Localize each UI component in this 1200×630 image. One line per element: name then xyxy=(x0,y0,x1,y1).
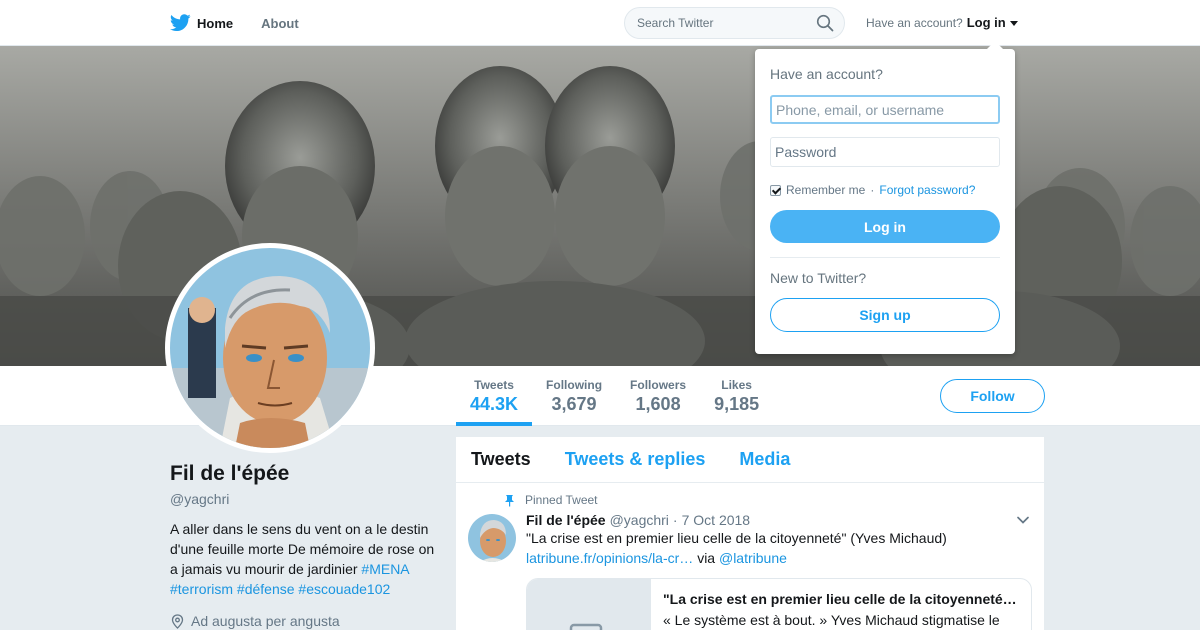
dropdown-divider xyxy=(770,257,1000,258)
timeline: Tweets Tweets & replies Media Pinned Twe… xyxy=(456,437,1044,630)
profile-location: Ad augusta per angusta xyxy=(170,613,440,629)
nav-about-label: About xyxy=(261,15,299,31)
bio-hashtag[interactable]: #escouade102 xyxy=(298,581,390,597)
stat-value: 44.3K xyxy=(470,394,519,414)
new-to-twitter-text: New to Twitter? xyxy=(770,270,867,286)
tweet-author-handle[interactable]: @yagchri xyxy=(610,512,669,528)
tweet-item[interactable]: Pinned Tweet Fil de l'épée @yagchri · 7 … xyxy=(456,483,1044,630)
card-thumbnail xyxy=(527,579,651,630)
chevron-down-icon[interactable] xyxy=(1016,515,1030,525)
profile-handle[interactable]: @yagchri xyxy=(170,491,440,507)
remember-label[interactable]: Remember me xyxy=(786,183,865,197)
pin-icon xyxy=(505,494,514,506)
tweet-via: via xyxy=(697,550,716,566)
stat-value: 1,608 xyxy=(635,394,681,414)
password-field[interactable] xyxy=(770,137,1000,167)
username-field[interactable] xyxy=(770,95,1000,124)
card-description: « Le système est à bout. » Yves Michaud … xyxy=(663,612,1000,628)
bio-hashtag[interactable]: #défense xyxy=(237,581,295,597)
profile-stats: Tweets 44.3K Following 3,679 Followers 1… xyxy=(456,366,773,426)
caret-down-icon[interactable] xyxy=(1009,21,1018,26)
tweet-date[interactable]: 7 Oct 2018 xyxy=(682,512,751,528)
account-area: Have an account? Log in xyxy=(866,15,1018,30)
login-button[interactable]: Log in xyxy=(770,210,1000,243)
profile-bio: A aller dans le sens du vent on a le des… xyxy=(170,519,440,599)
document-icon xyxy=(569,623,603,630)
search-input[interactable] xyxy=(637,16,807,30)
location-pin-icon xyxy=(171,613,184,629)
twitter-bird-icon xyxy=(170,14,191,32)
nav-home-link[interactable]: Home xyxy=(170,14,233,32)
tweet-header: Fil de l'épée @yagchri · 7 Oct 2018 xyxy=(526,512,1032,528)
stat-label: Followers xyxy=(630,378,687,392)
tweet-avatar-image xyxy=(468,514,516,562)
tab-tweets[interactable]: Tweets xyxy=(471,449,531,470)
checkbox-checked-icon[interactable] xyxy=(770,184,781,196)
location-text: Ad augusta per angusta xyxy=(191,613,340,629)
stat-value: 9,185 xyxy=(714,394,760,414)
tab-tweets-replies[interactable]: Tweets & replies xyxy=(565,449,706,470)
card-body: "La crise est en premier lieu celle de l… xyxy=(651,579,1031,630)
stat-tweets[interactable]: Tweets 44.3K xyxy=(456,366,533,426)
tweet-dot-separator: · xyxy=(672,512,678,528)
tweet-avatar[interactable] xyxy=(468,514,516,562)
timeline-tabs: Tweets Tweets & replies Media xyxy=(456,437,1044,483)
bio-hashtag[interactable]: #MENA xyxy=(361,561,408,577)
stat-label: Following xyxy=(546,378,603,392)
stat-following[interactable]: Following 3,679 xyxy=(532,366,616,426)
dropdown-heading: Have an account? xyxy=(770,66,883,82)
stat-label: Likes xyxy=(721,378,752,392)
search-box[interactable] xyxy=(624,7,845,39)
stat-value: 3,679 xyxy=(551,394,597,414)
tab-media[interactable]: Media xyxy=(739,449,790,470)
remember-row: Remember me · Forgot password? xyxy=(770,183,1000,197)
tweet-link[interactable]: latribune.fr/opinions/la-cr… xyxy=(526,550,693,566)
follow-button[interactable]: Follow xyxy=(940,379,1045,413)
remember-separator: · xyxy=(870,183,875,197)
profile-card: Fil de l'épée @yagchri A aller dans le s… xyxy=(170,462,440,629)
tweet-body: "La crise est en premier lieu celle de l… xyxy=(526,530,947,546)
login-dropdown: Have an account? Remember me · Forgot pa… xyxy=(755,41,1015,354)
avatar-image xyxy=(170,248,370,448)
nav-links: Home About xyxy=(170,0,299,46)
search-icon[interactable] xyxy=(816,14,834,32)
nav-about-link[interactable]: About xyxy=(261,16,299,31)
nav-home-label: Home xyxy=(197,15,234,31)
stat-followers[interactable]: Followers 1,608 xyxy=(616,366,700,426)
tweet-author-name[interactable]: Fil de l'épée xyxy=(526,512,606,528)
have-account-text: Have an account? xyxy=(866,15,963,30)
link-preview-card[interactable]: "La crise est en premier lieu celle de l… xyxy=(526,578,1032,630)
tweet-text: "La crise est en premier lieu celle de l… xyxy=(526,528,1032,568)
tweet-mention[interactable]: @latribune xyxy=(719,550,787,566)
card-title: "La crise est en premier lieu celle de l… xyxy=(663,591,1017,607)
login-menu-link[interactable]: Log in xyxy=(967,15,1006,30)
stat-likes[interactable]: Likes 9,185 xyxy=(700,366,773,426)
profile-name[interactable]: Fil de l'épée xyxy=(170,462,440,486)
forgot-password-link[interactable]: Forgot password? xyxy=(879,183,975,197)
pinned-label: Pinned Tweet xyxy=(503,493,1032,507)
bio-hashtag[interactable]: #terrorism xyxy=(170,581,233,597)
pinned-text: Pinned Tweet xyxy=(525,493,598,507)
top-navigation-bar: Home About Have an account? Log in xyxy=(0,0,1200,46)
signup-button[interactable]: Sign up xyxy=(770,298,1000,332)
profile-avatar[interactable] xyxy=(165,243,375,453)
stat-label: Tweets xyxy=(474,378,514,392)
